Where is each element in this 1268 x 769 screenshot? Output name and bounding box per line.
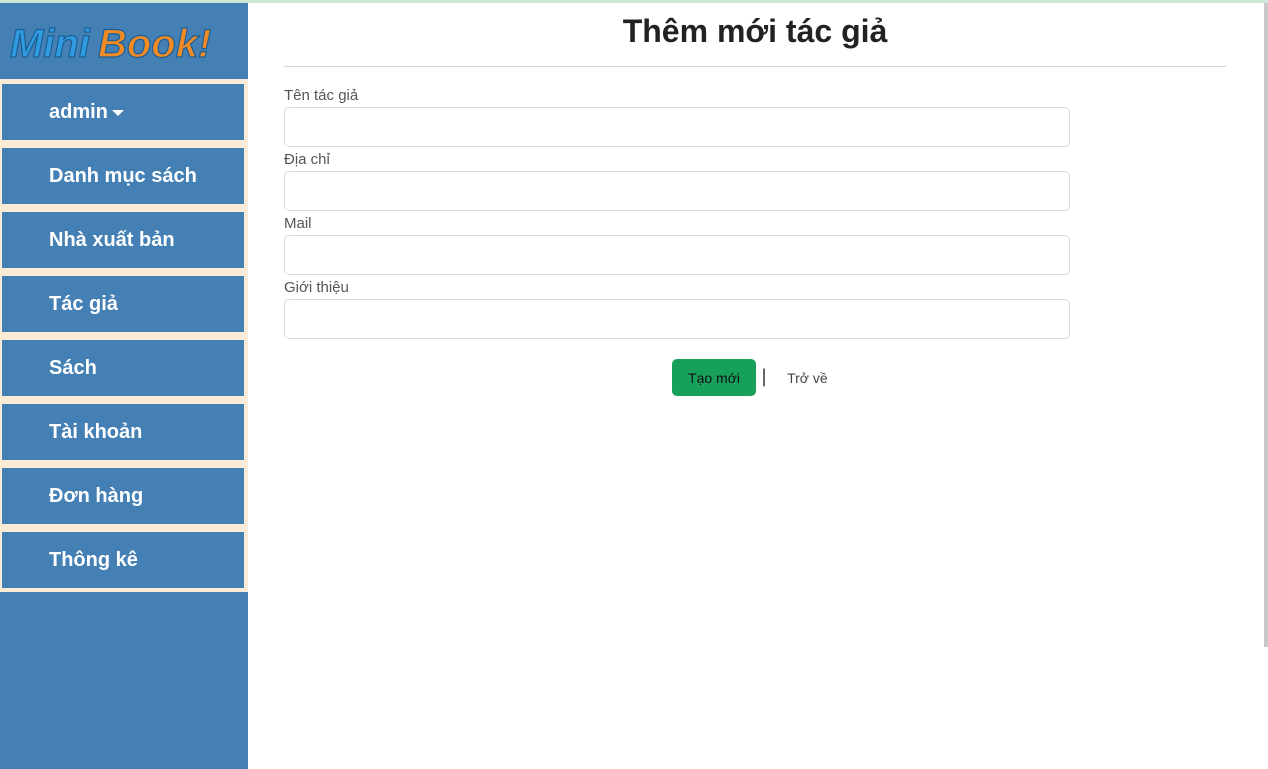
svg-text:MiniBook!: Mini Book! xyxy=(10,22,211,66)
title-divider xyxy=(284,66,1226,67)
sidebar-item-authors[interactable]: Tác giả xyxy=(2,276,244,332)
page-title: Thêm mới tác giả xyxy=(622,13,888,49)
add-author-form: Tên tác giả Địa chỉ Mail Giới thiệu xyxy=(284,87,1070,343)
sidebar-item-label: Tài khoản xyxy=(49,420,143,443)
back-link[interactable]: Trở về xyxy=(787,370,828,386)
main-content: Thêm mới tác giả Tên tác giả Địa chỉ Mai… xyxy=(248,3,1268,769)
sidebar-item-label: Danh mục sách xyxy=(49,164,197,187)
address-label: Địa chỉ xyxy=(284,151,330,168)
sidebar-item-label: Thông kê xyxy=(49,548,138,571)
sidebar-item-publishers[interactable]: Nhà xuất bản xyxy=(2,212,244,268)
create-button[interactable]: Tạo mới xyxy=(672,359,756,396)
form-actions: Tạo mới | Trở về xyxy=(672,359,828,396)
caret-down-icon xyxy=(111,110,124,116)
sidebar-item-book-categories[interactable]: Danh mục sách xyxy=(2,148,244,204)
sidebar-item-accounts[interactable]: Tài khoản xyxy=(2,404,244,460)
sidebar-item-label: admin xyxy=(49,100,108,123)
sidebar-item-label: Nhà xuất bản xyxy=(49,228,175,251)
mail-input[interactable] xyxy=(284,235,1070,275)
sidebar-item-books[interactable]: Sách xyxy=(2,340,244,396)
author-name-label: Tên tác giả xyxy=(284,87,359,104)
sidebar-item-statistics[interactable]: Thông kê xyxy=(2,532,244,588)
introduction-label: Giới thiệu xyxy=(284,279,349,296)
sidebar: Mini Book! admin Danh mục sách Nhà xuất b… xyxy=(0,3,248,769)
sidebar-item-orders[interactable]: Đơn hàng xyxy=(2,468,244,524)
action-separator: | xyxy=(761,366,768,387)
address-input[interactable] xyxy=(284,171,1070,211)
vertical-scrollbar[interactable] xyxy=(1264,3,1268,647)
introduction-input[interactable] xyxy=(284,299,1070,339)
logo-book-text: Book! xyxy=(98,22,211,66)
sidebar-item-label: Tác giả xyxy=(49,292,118,315)
logo[interactable]: Mini Book! xyxy=(0,3,248,79)
logo-image: Mini Book! xyxy=(9,21,212,66)
sidebar-menu: admin Danh mục sách Nhà xuất bản Tác giả… xyxy=(0,79,248,592)
sidebar-item-label: Đơn hàng xyxy=(49,484,144,507)
author-name-input[interactable] xyxy=(284,107,1070,147)
logo-mini-text: Mini xyxy=(10,22,91,66)
mail-label: Mail xyxy=(284,215,312,232)
sidebar-item-admin[interactable]: admin xyxy=(2,84,244,140)
sidebar-item-label: Sách xyxy=(49,356,97,379)
